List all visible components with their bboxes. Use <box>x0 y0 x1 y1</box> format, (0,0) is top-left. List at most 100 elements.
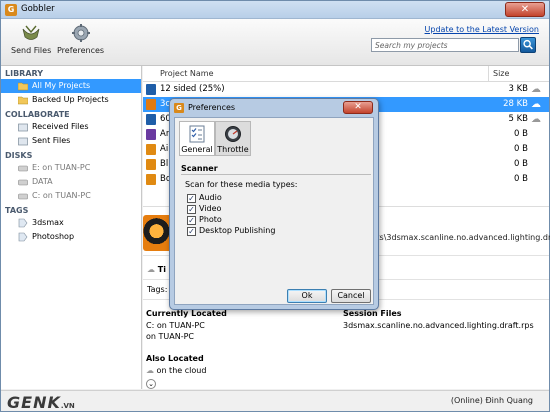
checkbox-check-icon: ✓ <box>187 216 196 225</box>
project-name: Bl <box>160 159 169 169</box>
checkbox-audio[interactable]: ✓ Audio <box>187 193 222 203</box>
genk-watermark-logo: GENK.VN <box>7 393 75 412</box>
sidebar-item-all-my-projects[interactable]: All My Projects <box>1 79 141 93</box>
session-file-item[interactable]: 3dsmax.scanline.no.advanced.lighting.dra… <box>343 321 534 330</box>
sidebar-item-disk-c[interactable]: C: on TUAN-PC <box>1 189 141 203</box>
tag-icon <box>18 218 28 228</box>
checkbox-desktop-publishing[interactable]: ✓ Desktop Publishing <box>187 226 275 236</box>
tab-throttle[interactable]: Throttle <box>215 121 251 156</box>
project-name: Ai <box>160 144 169 154</box>
file-type-icon <box>146 114 156 125</box>
location-item: C: on TUAN-PC <box>146 321 205 330</box>
disk-icon <box>18 165 28 172</box>
collaborate-heading: COLLABORATE <box>5 110 70 119</box>
cloud-icon: ☁ <box>531 114 541 125</box>
sidebar: LIBRARY All My Projects Backed Up Projec… <box>1 66 142 389</box>
file-type-icon <box>146 159 156 170</box>
location-item: on TUAN-PC <box>146 332 195 341</box>
sidebar-item-disk-data[interactable]: DATA <box>1 175 141 189</box>
project-size: 0 B <box>514 144 528 154</box>
disk-icon <box>18 193 28 200</box>
checkbox-video[interactable]: ✓ Video <box>187 204 221 214</box>
tab-general[interactable]: General <box>179 121 215 156</box>
checkbox-photo[interactable]: ✓ Photo <box>187 215 222 225</box>
gobbler-logo-icon: G <box>174 103 184 113</box>
cloud-icon: ☁ <box>146 366 154 375</box>
sidebar-item-received-files[interactable]: Received Files <box>1 120 141 134</box>
folder-icon <box>18 82 28 91</box>
sidebar-item-tag-3dsmax[interactable]: 3dsmax <box>1 216 141 230</box>
project-size: 0 B <box>514 159 528 169</box>
file-type-icon <box>146 84 156 95</box>
cloud-icon: ☁ <box>531 99 541 110</box>
search-input[interactable]: Search my projects <box>371 38 519 52</box>
project-size: 28 KB <box>503 99 528 109</box>
library-heading: LIBRARY <box>5 69 44 78</box>
scan-label: Scan for these media types: <box>185 180 298 189</box>
column-header-size[interactable]: Size <box>493 69 509 78</box>
sidebar-item-disk-e[interactable]: E: on TUAN-PC <box>1 161 141 175</box>
dialog-close-button[interactable]: ✕ <box>343 101 373 114</box>
update-link[interactable]: Update to the Latest Version <box>425 25 539 34</box>
list-header: Project Name Size <box>143 66 549 82</box>
divider <box>181 174 371 175</box>
window-close-button[interactable]: ✕ <box>505 2 545 17</box>
cancel-button[interactable]: Cancel <box>331 289 371 303</box>
status-text: (Online) Đinh Quang <box>450 396 533 405</box>
cloud-icon: ☁ <box>531 84 541 95</box>
project-size: 5 KB <box>508 114 528 124</box>
outbox-icon <box>18 137 28 146</box>
column-header-name[interactable]: Project Name <box>160 69 214 78</box>
sidebar-item-backed-up-projects[interactable]: Backed Up Projects <box>1 93 141 107</box>
preferences-label: Preferences <box>57 46 105 55</box>
checkbox-check-icon: ✓ <box>187 227 196 236</box>
scanner-heading: Scanner <box>181 164 218 173</box>
search-icon <box>523 39 533 50</box>
ok-button[interactable]: Ok <box>287 289 327 303</box>
tag-icon <box>18 232 28 242</box>
column-divider <box>488 66 489 82</box>
project-size: 0 B <box>514 174 528 184</box>
sidebar-item-tag-photoshop[interactable]: Photoshop <box>1 230 141 244</box>
file-type-icon <box>146 129 156 140</box>
send-files-label: Send Files <box>11 46 52 55</box>
session-files-heading: Session Files <box>343 309 402 318</box>
tags-label: Tags: <box>147 285 168 294</box>
project-path: cts\3dsmax.scanline.no.advanced.lighting… <box>372 233 550 242</box>
dialog-title: Preferences <box>188 103 236 112</box>
currently-located-heading: Currently Located <box>146 309 227 318</box>
inbox-icon <box>18 123 28 132</box>
status-bar: GENK.VN (Online) Đinh Quang <box>1 390 549 412</box>
gobbler-logo-icon: G <box>5 4 17 16</box>
send-files-button[interactable]: Send Files <box>11 23 51 55</box>
dialog-body: General Throttle Scanner Scan for these … <box>174 117 374 305</box>
project-size: 3 KB <box>508 84 528 94</box>
file-type-icon <box>146 99 156 110</box>
disk-icon <box>18 179 28 186</box>
sidebar-item-sent-files[interactable]: Sent Files <box>1 134 141 148</box>
tags-heading: TAGS <box>5 206 29 215</box>
title-bar: G Gobbler ✕ <box>1 1 549 19</box>
search-button[interactable] <box>520 37 536 53</box>
send-files-icon <box>22 25 40 40</box>
expand-chevron-icon[interactable]: ⌄ <box>146 379 156 389</box>
table-row[interactable]: 12 sided (25%) 3 KB ☁ <box>143 82 549 97</box>
checkbox-check-icon: ✓ <box>187 205 196 214</box>
gear-icon <box>71 24 90 42</box>
window-title: Gobbler <box>21 4 55 14</box>
preferences-dialog: G Preferences ✕ General Throttle Scanner <box>169 98 379 310</box>
file-type-icon <box>146 144 156 155</box>
project-name: Ar <box>160 129 170 139</box>
project-size: 0 B <box>514 129 528 139</box>
project-name: 12 sided (25%) <box>160 84 225 94</box>
also-located-heading: Also Located <box>146 354 204 363</box>
checklist-icon <box>189 125 205 143</box>
cloud-icon: ☁ <box>147 265 155 274</box>
preferences-button[interactable]: Preferences <box>57 23 104 55</box>
folder-icon <box>18 96 28 105</box>
toolbar: Send Files Preferences Update to the Lat… <box>1 19 549 66</box>
gauge-icon <box>225 126 241 142</box>
disks-heading: DISKS <box>5 151 33 160</box>
file-type-icon <box>146 174 156 185</box>
details-title: ☁ Ti <box>147 265 166 274</box>
